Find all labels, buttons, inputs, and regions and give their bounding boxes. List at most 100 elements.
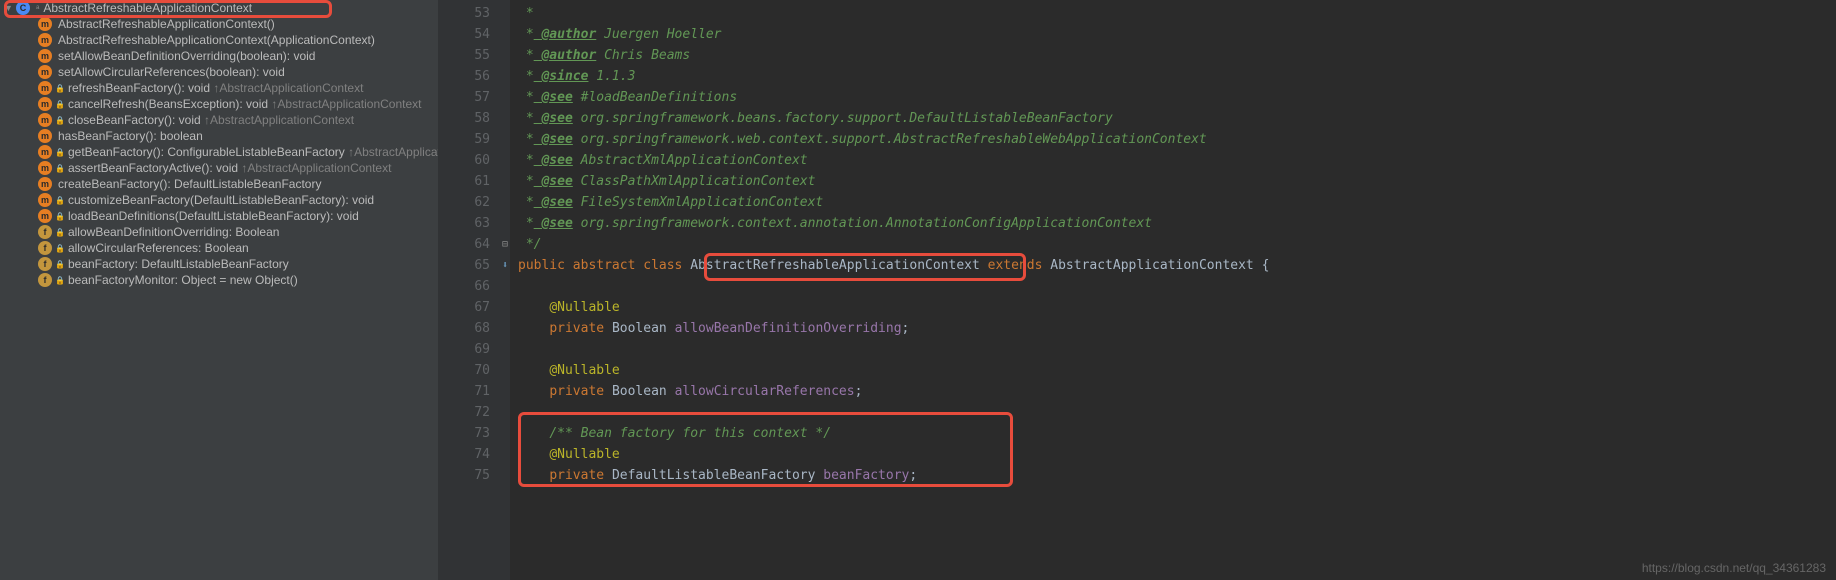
structure-member[interactable]: mAbstractRefreshableApplicationContext() — [0, 16, 438, 32]
structure-member[interactable]: m🔒loadBeanDefinitions(DefaultListableBea… — [0, 208, 438, 224]
lock-icon: 🔒 — [55, 164, 65, 173]
doc-line: * — [518, 6, 534, 21]
line-number[interactable]: 64⊟ — [438, 234, 510, 255]
method-icon: m — [38, 161, 52, 175]
structure-member[interactable]: m🔒customizeBeanFactory(DefaultListableBe… — [0, 192, 438, 208]
line-number[interactable]: 71 — [438, 381, 510, 402]
doc-tag: @see — [534, 195, 573, 210]
line-number[interactable]: 74 — [438, 444, 510, 465]
doc-line: * — [518, 27, 534, 42]
lock-icon: 🔒 — [55, 84, 65, 93]
lock-icon: 🔒 — [55, 148, 65, 157]
method-icon: m — [38, 113, 52, 127]
tree-collapse-icon[interactable]: ▼ — [4, 3, 14, 13]
line-number[interactable]: 69 — [438, 339, 510, 360]
doc-line: * — [518, 48, 534, 63]
semicolon: ; — [902, 321, 910, 336]
line-number[interactable]: 55 — [438, 45, 510, 66]
doc-line: * — [518, 69, 534, 84]
member-label: allowBeanDefinitionOverriding: Boolean — [68, 225, 279, 239]
structure-member[interactable]: mhasBeanFactory(): boolean — [0, 128, 438, 144]
line-number[interactable]: 75 — [438, 465, 510, 486]
type: DefaultListableBeanFactory — [612, 468, 823, 483]
field-name: allowCircularReferences — [675, 384, 855, 399]
structure-member[interactable]: m🔒cancelRefresh(BeansException): void ↑A… — [0, 96, 438, 112]
structure-member[interactable]: m🔒refreshBeanFactory(): void ↑AbstractAp… — [0, 80, 438, 96]
semicolon: ; — [909, 468, 917, 483]
keyword: private — [549, 384, 612, 399]
parent-class: AbstractApplicationContext { — [1050, 258, 1269, 273]
doc-comment: /** Bean factory for this context */ — [549, 426, 831, 441]
field-name: allowBeanDefinitionOverriding — [675, 321, 902, 336]
member-label: assertBeanFactoryActive(): void ↑Abstrac… — [68, 161, 391, 175]
lock-icon: 🔒 — [55, 212, 65, 221]
doc-text: org.springframework.context.annotation.A… — [573, 216, 1152, 231]
structure-member[interactable]: mcreateBeanFactory(): DefaultListableBea… — [0, 176, 438, 192]
line-number[interactable]: 53 — [438, 3, 510, 24]
line-number[interactable]: 73 — [438, 423, 510, 444]
keyword: extends — [980, 258, 1050, 273]
keyword: private — [549, 468, 612, 483]
member-label: beanFactoryMonitor: Object = new Object(… — [68, 273, 298, 287]
structure-tool-window[interactable]: ▼ C ᵃ AbstractRefreshableApplicationCont… — [0, 0, 438, 580]
line-number[interactable]: 66 — [438, 276, 510, 297]
line-number[interactable]: 67 — [438, 297, 510, 318]
line-number[interactable]: 56 — [438, 66, 510, 87]
structure-member[interactable]: f🔒allowCircularReferences: Boolean — [0, 240, 438, 256]
member-label: getBeanFactory(): ConfigurableListableBe… — [68, 145, 438, 159]
line-number[interactable]: 72 — [438, 402, 510, 423]
override-gutter-icon[interactable]: ⬇ — [502, 255, 508, 276]
structure-member[interactable]: m🔒getBeanFactory(): ConfigurableListable… — [0, 144, 438, 160]
line-number[interactable]: 65⬇ — [438, 255, 510, 276]
annotation: @Nullable — [549, 300, 619, 315]
class-name-label: AbstractRefreshableApplicationContext — [43, 1, 252, 15]
structure-member[interactable]: f🔒allowBeanDefinitionOverriding: Boolean — [0, 224, 438, 240]
structure-root-class[interactable]: ▼ C ᵃ AbstractRefreshableApplicationCont… — [0, 0, 438, 16]
structure-member[interactable]: mAbstractRefreshableApplicationContext(A… — [0, 32, 438, 48]
line-number[interactable]: 58 — [438, 108, 510, 129]
line-number[interactable]: 68 — [438, 318, 510, 339]
line-number[interactable]: 61 — [438, 171, 510, 192]
member-label: beanFactory: DefaultListableBeanFactory — [68, 257, 289, 271]
line-number[interactable]: 54 — [438, 24, 510, 45]
editor-gutter[interactable]: 535455565758596061626364⊟65⬇666768697071… — [438, 0, 510, 580]
doc-text: #loadBeanDefinitions — [573, 90, 737, 105]
fold-gutter-icon[interactable]: ⊟ — [502, 234, 508, 255]
code-editor[interactable]: * * @author Juergen Hoeller * @author Ch… — [510, 0, 1836, 580]
field-icon: f — [38, 257, 52, 271]
doc-tag: @see — [534, 111, 573, 126]
doc-tag: @author — [534, 27, 597, 42]
structure-member[interactable]: f🔒beanFactory: DefaultListableBeanFactor… — [0, 256, 438, 272]
type: Boolean — [612, 321, 675, 336]
method-icon: m — [38, 81, 52, 95]
doc-line: * — [518, 174, 534, 189]
doc-tag: @see — [534, 174, 573, 189]
lock-icon: 🔒 — [55, 276, 65, 285]
member-label: refreshBeanFactory(): void ↑AbstractAppl… — [68, 81, 363, 95]
structure-member[interactable]: msetAllowBeanDefinitionOverriding(boolea… — [0, 48, 438, 64]
class-icon: C — [16, 1, 30, 15]
structure-member[interactable]: msetAllowCircularReferences(boolean): vo… — [0, 64, 438, 80]
field-icon: f — [38, 241, 52, 255]
doc-line: * — [518, 195, 534, 210]
structure-member[interactable]: m🔒assertBeanFactoryActive(): void ↑Abstr… — [0, 160, 438, 176]
doc-text: ClassPathXmlApplicationContext — [573, 174, 816, 189]
line-number[interactable]: 60 — [438, 150, 510, 171]
line-number[interactable]: 70 — [438, 360, 510, 381]
line-number[interactable]: 62 — [438, 192, 510, 213]
structure-member[interactable]: m🔒closeBeanFactory(): void ↑AbstractAppl… — [0, 112, 438, 128]
doc-line: * — [518, 216, 534, 231]
semicolon: ; — [855, 384, 863, 399]
member-label: loadBeanDefinitions(DefaultListableBeanF… — [68, 209, 359, 223]
line-number[interactable]: 57 — [438, 87, 510, 108]
structure-member[interactable]: f🔒beanFactoryMonitor: Object = new Objec… — [0, 272, 438, 288]
doc-line: * — [518, 111, 534, 126]
doc-tag: @see — [534, 132, 573, 147]
line-number[interactable]: 63 — [438, 213, 510, 234]
annotation: @Nullable — [549, 447, 619, 462]
line-number[interactable]: 59 — [438, 129, 510, 150]
member-label: createBeanFactory(): DefaultListableBean… — [58, 177, 321, 191]
doc-text: Juergen Hoeller — [596, 27, 721, 42]
member-label: setAllowCircularReferences(boolean): voi… — [58, 65, 285, 79]
member-label: AbstractRefreshableApplicationContext() — [58, 17, 275, 31]
